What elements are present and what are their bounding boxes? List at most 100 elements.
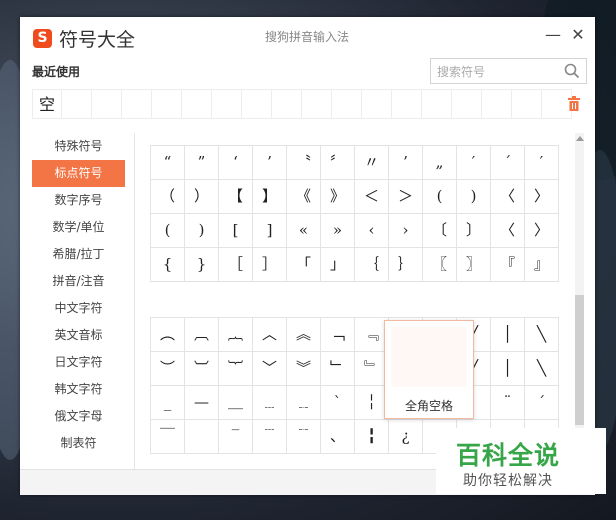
recent-symbol-cell[interactable]: [302, 89, 332, 119]
symbol-cell[interactable]: 、: [321, 420, 355, 454]
recent-symbol-cell[interactable]: [482, 89, 512, 119]
symbol-cell[interactable]: ¿: [389, 420, 423, 454]
symbol-cell[interactable]: “: [151, 146, 185, 180]
symbol-cell[interactable]: [185, 420, 219, 454]
symbol-cell[interactable]: ︿: [253, 318, 287, 352]
symbol-cell[interactable]: «: [287, 214, 321, 248]
symbol-cell[interactable]: ’: [389, 146, 423, 180]
symbol-cell[interactable]: ”: [185, 146, 219, 180]
symbol-cell[interactable]: ＿: [219, 386, 253, 420]
symbol-cell[interactable]: ］: [253, 248, 287, 282]
recent-symbol-cell[interactable]: [242, 89, 272, 119]
symbol-cell[interactable]: 〞: [321, 146, 355, 180]
sidebar-item[interactable]: 数学/单位: [32, 214, 125, 241]
search-input[interactable]: [435, 61, 565, 82]
symbol-cell[interactable]: 〗: [457, 248, 491, 282]
symbol-cell[interactable]: ︷: [219, 318, 253, 352]
symbol-cell[interactable]: ﹍: [253, 386, 287, 420]
symbol-cell[interactable]: 〖: [423, 248, 457, 282]
symbol-cell[interactable]: ′: [457, 146, 491, 180]
symbol-cell[interactable]: {: [151, 248, 185, 282]
sidebar-item[interactable]: 数字序号: [32, 187, 125, 214]
scrollbar-thumb[interactable]: [575, 295, 584, 425]
symbol-cell[interactable]: 〉: [525, 214, 559, 248]
recent-symbol-cell[interactable]: [92, 89, 122, 119]
sidebar-item[interactable]: 韩文字符: [32, 376, 125, 403]
minimize-button[interactable]: —: [544, 25, 562, 44]
symbol-cell[interactable]: »: [321, 214, 355, 248]
symbol-cell[interactable]: ［: [219, 248, 253, 282]
symbol-cell[interactable]: 』: [525, 248, 559, 282]
symbol-cell[interactable]: ﹂: [321, 352, 355, 386]
symbol-cell[interactable]: 《: [287, 180, 321, 214]
symbol-cell[interactable]: ›: [389, 214, 423, 248]
symbol-cell[interactable]: ＜: [355, 180, 389, 214]
symbol-cell[interactable]: ): [457, 180, 491, 214]
symbol-cell[interactable]: 「: [287, 248, 321, 282]
search-icon[interactable]: [563, 62, 581, 80]
symbol-cell[interactable]: 〈: [491, 180, 525, 214]
sidebar-item[interactable]: 特殊符号: [32, 133, 125, 160]
recent-symbol-cell[interactable]: [212, 89, 242, 119]
symbol-cell[interactable]: 〕: [457, 214, 491, 248]
trash-icon[interactable]: [568, 96, 580, 111]
symbol-cell[interactable]: ╲: [525, 318, 559, 352]
symbol-cell[interactable]: —: [185, 386, 219, 420]
sidebar-item[interactable]: 希腊/拉丁: [32, 241, 125, 268]
symbol-cell[interactable]: „: [423, 146, 457, 180]
sidebar-item[interactable]: 日文字符: [32, 349, 125, 376]
symbol-cell[interactable]: ︵: [151, 318, 185, 352]
symbol-cell[interactable]: (: [151, 214, 185, 248]
symbol-cell[interactable]: 〔: [423, 214, 457, 248]
symbol-cell[interactable]: [: [219, 214, 253, 248]
recent-symbol-cell[interactable]: [272, 89, 302, 119]
symbol-cell[interactable]: ’: [253, 146, 287, 180]
search-box[interactable]: [430, 58, 587, 84]
recent-symbol-cell[interactable]: [152, 89, 182, 119]
symbol-cell[interactable]: ︺: [185, 352, 219, 386]
symbol-cell[interactable]: ﹀: [253, 352, 287, 386]
symbol-cell[interactable]: ＞: [389, 180, 423, 214]
symbol-cell[interactable]: │: [491, 352, 525, 386]
symbol-cell[interactable]: ﹁: [321, 318, 355, 352]
symbol-cell[interactable]: ˋ: [321, 386, 355, 420]
symbol-cell[interactable]: ｝: [389, 248, 423, 282]
recent-symbol-cell[interactable]: [512, 89, 542, 119]
sidebar-item[interactable]: 拼音/注音: [32, 268, 125, 295]
symbol-cell[interactable]: 」: [321, 248, 355, 282]
symbol-cell[interactable]: ︶: [151, 352, 185, 386]
recent-symbol-cell[interactable]: [422, 89, 452, 119]
scroll-up-arrow-icon[interactable]: [576, 136, 584, 141]
symbol-cell[interactable]: ︸: [219, 352, 253, 386]
sidebar-item[interactable]: 俄文字母: [32, 403, 125, 430]
symbol-cell[interactable]: ′: [525, 146, 559, 180]
recent-symbol-cell[interactable]: [452, 89, 482, 119]
symbol-cell[interactable]: ]: [253, 214, 287, 248]
symbol-cell[interactable]: ）: [185, 180, 219, 214]
symbol-cell[interactable]: ︽: [287, 318, 321, 352]
symbol-cell[interactable]: ‾: [219, 420, 253, 454]
symbol-cell[interactable]: ╲: [525, 352, 559, 386]
symbol-cell[interactable]: ﹊: [287, 420, 321, 454]
symbol-cell[interactable]: 〈: [491, 214, 525, 248]
symbol-cell[interactable]: ): [185, 214, 219, 248]
symbol-cell[interactable]: ￣: [151, 420, 185, 454]
symbol-cell[interactable]: （: [151, 180, 185, 214]
symbol-cell[interactable]: 『: [491, 248, 525, 282]
symbol-cell[interactable]: ︾: [287, 352, 321, 386]
sidebar-item[interactable]: 制表符: [32, 430, 125, 457]
sidebar-item[interactable]: 中文字符: [32, 295, 125, 322]
close-button[interactable]: ✕: [569, 25, 587, 44]
recent-symbol-cell[interactable]: [182, 89, 212, 119]
symbol-cell[interactable]: _: [151, 386, 185, 420]
symbol-cell[interactable]: ´: [491, 146, 525, 180]
symbol-cell[interactable]: ¨: [491, 386, 525, 420]
symbol-cell[interactable]: ‘: [219, 146, 253, 180]
symbol-cell[interactable]: }: [185, 248, 219, 282]
symbol-cell[interactable]: 〝: [287, 146, 321, 180]
recent-symbol-cell[interactable]: [332, 89, 362, 119]
sidebar-item[interactable]: 英文音标: [32, 322, 125, 349]
recent-symbol-cell[interactable]: [122, 89, 152, 119]
symbol-cell[interactable]: 〉: [525, 180, 559, 214]
symbol-cell[interactable]: 〃: [355, 146, 389, 180]
